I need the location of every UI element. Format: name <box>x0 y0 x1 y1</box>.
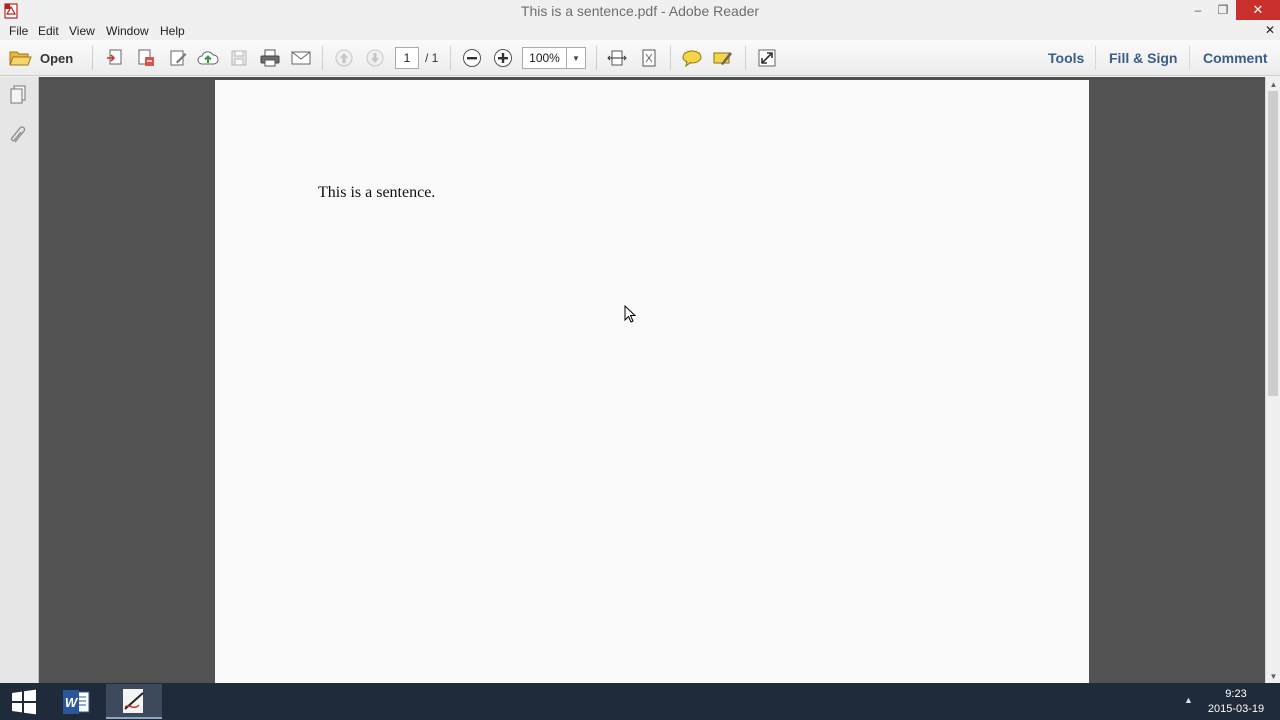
fill-sign-pane-button[interactable]: Fill & Sign <box>1109 50 1177 66</box>
navigation-pane <box>0 77 39 683</box>
edit-pdf-icon[interactable] <box>167 47 189 69</box>
next-page-icon[interactable] <box>364 47 386 69</box>
vertical-scrollbar[interactable]: ▲ ▼ <box>1265 77 1280 683</box>
folder-open-icon <box>9 51 32 66</box>
fit-page-icon[interactable] <box>638 47 660 69</box>
toolbar-separator <box>92 46 93 70</box>
zoom-select[interactable]: 100% ▼ <box>522 47 586 69</box>
close-document-button[interactable]: ✕ <box>1265 23 1275 37</box>
attachments-paperclip-icon[interactable] <box>9 124 29 146</box>
toolbar: Open 1 / 1 100% ▼ Tools Fill & Sign Comm… <box>0 40 1280 76</box>
windows-start-icon[interactable] <box>10 689 38 715</box>
highlight-icon[interactable] <box>712 47 734 69</box>
word-app-icon: W <box>63 689 90 714</box>
toolbar-separator <box>596 46 597 70</box>
mouse-cursor-icon <box>624 305 637 323</box>
restore-button[interactable]: ❐ <box>1211 0 1235 20</box>
page-total: / 1 <box>425 51 439 65</box>
menu-view[interactable]: View <box>69 24 95 38</box>
toolbar-separator <box>450 46 451 70</box>
menu-file[interactable]: File <box>9 24 28 38</box>
menu-window[interactable]: Window <box>106 24 149 38</box>
window-title: This is a sentence.pdf - Adobe Reader <box>520 3 760 19</box>
full-screen-icon[interactable] <box>756 47 778 69</box>
upload-cloud-icon[interactable] <box>197 47 219 69</box>
fit-width-icon[interactable] <box>606 47 628 69</box>
show-hidden-icons-arrow-icon[interactable]: ▲ <box>1184 695 1193 705</box>
print-icon[interactable] <box>259 47 281 69</box>
pdf-page[interactable]: This is a sentence. <box>215 80 1089 683</box>
sticky-note-icon[interactable] <box>681 47 703 69</box>
close-window-button[interactable]: ✕ <box>1236 0 1280 20</box>
comment-pane-button[interactable]: Comment <box>1203 50 1268 66</box>
scroll-up-arrow-icon[interactable]: ▲ <box>1266 77 1280 91</box>
menu-help[interactable]: Help <box>160 24 185 38</box>
save-icon[interactable] <box>228 47 250 69</box>
tools-pane-button[interactable]: Tools <box>1048 50 1084 66</box>
scrollbar-thumb[interactable] <box>1268 91 1278 396</box>
title-bar: This is a sentence.pdf - Adobe Reader – … <box>0 0 1280 22</box>
zoom-value: 100% <box>523 48 567 68</box>
email-icon[interactable] <box>290 47 312 69</box>
export-pdf-icon[interactable] <box>135 47 157 69</box>
document-text: This is a sentence. <box>318 184 436 201</box>
open-button[interactable]: Open <box>8 46 73 70</box>
taskbar: W ▲ 9:23 2015-03-19 <box>0 683 1280 720</box>
adobe-reader-taskbar-icon <box>123 688 144 713</box>
taskbar-word-button[interactable]: W <box>48 684 104 719</box>
create-pdf-icon[interactable] <box>104 47 126 69</box>
toolbar-separator <box>1189 46 1190 70</box>
previous-page-icon[interactable] <box>333 47 355 69</box>
menu-edit[interactable]: Edit <box>38 24 59 38</box>
chevron-down-icon[interactable]: ▼ <box>567 48 585 68</box>
zoom-out-icon[interactable] <box>461 47 483 69</box>
clock-date: 2015-03-19 <box>1207 703 1265 715</box>
scroll-down-arrow-icon[interactable]: ▼ <box>1266 669 1280 683</box>
toolbar-separator <box>1095 46 1096 70</box>
page-number-input[interactable]: 1 <box>395 47 419 69</box>
minimize-button[interactable]: – <box>1186 0 1210 20</box>
open-button-label: Open <box>40 50 74 66</box>
page-thumbnails-icon[interactable] <box>9 84 29 106</box>
toolbar-separator <box>745 46 746 70</box>
toolbar-separator <box>322 46 323 70</box>
toolbar-separator <box>670 46 671 70</box>
zoom-in-icon[interactable] <box>492 47 514 69</box>
menu-bar: File Edit View Window Help ✕ <box>0 22 1280 40</box>
taskbar-adobe-reader-button[interactable] <box>106 684 162 719</box>
document-view[interactable]: This is a sentence. <box>39 77 1265 683</box>
system-clock[interactable]: 9:23 2015-03-19 <box>1196 687 1276 717</box>
clock-time: 9:23 <box>1225 688 1247 700</box>
svg-text:W: W <box>65 695 79 710</box>
